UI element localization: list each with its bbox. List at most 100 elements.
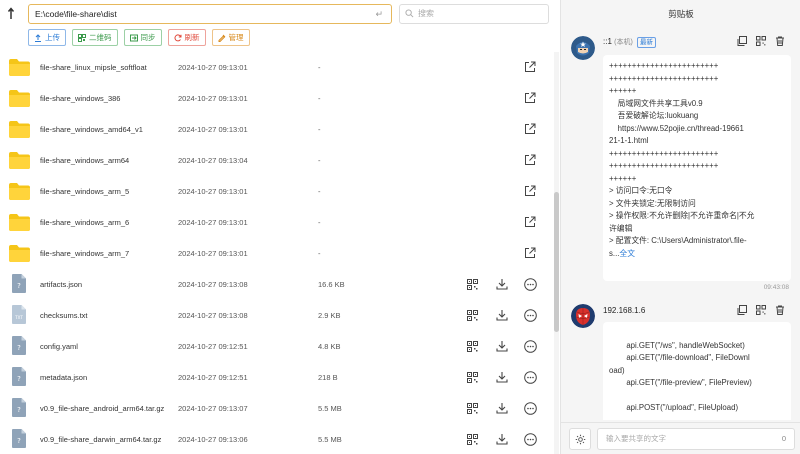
file-row[interactable]: ? config.yaml 2024-10-27 09:12:51 4.8 KB	[0, 331, 553, 362]
message-sender: 192.168.1.6	[603, 306, 645, 315]
unknown-file-icon: ?	[12, 336, 26, 355]
content-line: ++++++++++++++++++++++++	[609, 73, 719, 83]
folder-row[interactable]: file-share_windows_arm_6 2024-10-27 09:1…	[0, 207, 553, 238]
qrcode-icon[interactable]	[467, 341, 478, 352]
settings-button[interactable]	[569, 428, 591, 450]
file-row[interactable]: ? metadata.json 2024-10-27 09:12:51 218 …	[0, 362, 553, 393]
qrcode-icon[interactable]	[467, 434, 478, 445]
share-text-input[interactable]: 输入要共享的文字 0	[597, 428, 795, 450]
folder-row[interactable]: file-share_windows_amd64_v1 2024-10-27 0…	[0, 114, 553, 145]
more-icon[interactable]	[524, 340, 537, 353]
scrollbar-thumb[interactable]	[554, 192, 559, 332]
message-tools	[737, 305, 785, 315]
file-list-scrollbar[interactable]	[554, 52, 559, 454]
folder-row[interactable]: file-share_windows_arm64 2024-10-27 09:1…	[0, 145, 553, 176]
file-row[interactable]: ? v0.9_file-share_android_arm64.tar.gz 2…	[0, 393, 553, 424]
search-input[interactable]: 搜索	[399, 4, 549, 24]
open-external-icon[interactable]	[524, 216, 536, 228]
upload-button[interactable]: 上传	[28, 29, 66, 46]
open-external-icon[interactable]	[524, 92, 536, 104]
refresh-icon	[173, 33, 181, 41]
file-name[interactable]: config.yaml	[40, 342, 78, 351]
refresh-label: 刷新	[184, 33, 200, 42]
captain-america-avatar-icon	[571, 36, 595, 60]
content-line: > 操作权限:不允许删除|不允许重命名|不允	[609, 211, 755, 220]
download-icon[interactable]	[496, 402, 508, 414]
delete-icon[interactable]	[775, 305, 785, 315]
file-browser-pane: E:\code\file-share\dist ↵ 搜索 上传 二维码 同步 刷…	[0, 0, 559, 454]
more-icon[interactable]	[524, 278, 537, 291]
sender-tag: (本机)	[614, 39, 633, 46]
clipboard-message: 192.168.1.6 api.GET("/ws", handleWebSock…	[561, 300, 800, 420]
open-external-icon[interactable]	[524, 61, 536, 73]
qrcode-button[interactable]: 二维码	[72, 29, 118, 46]
parent-folder-button[interactable]	[7, 6, 21, 22]
download-icon[interactable]	[496, 433, 508, 445]
copy-icon[interactable]	[737, 305, 747, 315]
qrcode-icon[interactable]	[756, 36, 766, 46]
folder-row[interactable]: file-share_linux_mipsle_softfloat 2024-1…	[0, 52, 553, 83]
more-icon[interactable]	[524, 433, 537, 446]
file-row[interactable]: ? artifacts.json 2024-10-27 09:13:08 16.…	[0, 269, 553, 300]
file-name[interactable]: file-share_windows_arm_5	[40, 187, 129, 196]
file-size: -	[318, 249, 321, 258]
open-external-icon[interactable]	[524, 154, 536, 166]
sender-ip: 192.168.1.6	[603, 306, 646, 315]
more-icon[interactable]	[524, 402, 537, 415]
folder-row[interactable]: file-share_windows_arm_7 2024-10-27 09:1…	[0, 238, 553, 269]
content-line: 许编辑	[609, 223, 633, 233]
file-name[interactable]: metadata.json	[40, 373, 87, 382]
file-date: 2024-10-27 09:12:51	[178, 342, 248, 351]
open-external-icon[interactable]	[524, 247, 536, 259]
show-full-link[interactable]: 全文	[619, 249, 635, 258]
enter-icon[interactable]: ↵	[375, 8, 383, 20]
file-name[interactable]: checksums.txt	[40, 311, 88, 320]
folder-icon	[9, 59, 30, 76]
sync-button[interactable]: 同步	[123, 29, 162, 46]
qrcode-icon[interactable]	[756, 305, 766, 315]
folder-row[interactable]: file-share_windows_386 2024-10-27 09:13:…	[0, 83, 553, 114]
message-tools	[737, 36, 785, 46]
content-line: ++++++++++++++++++++++++	[609, 61, 719, 70]
file-date: 2024-10-27 09:13:01	[178, 218, 248, 227]
open-external-icon[interactable]	[524, 123, 536, 135]
message-content[interactable]: ++++++++++++++++++++++++ +++++++++++++++…	[603, 55, 791, 281]
file-row[interactable]: ? v0.9_file-share_darwin_arm64.tar.gz 20…	[0, 424, 553, 454]
file-name[interactable]: file-share_linux_mipsle_softfloat	[40, 63, 147, 72]
gear-icon	[575, 434, 586, 445]
file-name[interactable]: v0.9_file-share_darwin_arm64.tar.gz	[40, 435, 161, 444]
file-name[interactable]: file-share_windows_arm_6	[40, 218, 129, 227]
search-placeholder: 搜索	[418, 9, 434, 18]
file-size: 5.5 MB	[318, 435, 342, 444]
manage-button[interactable]: 管理	[211, 29, 250, 46]
download-icon[interactable]	[496, 278, 508, 290]
folder-row[interactable]: file-share_windows_arm_5 2024-10-27 09:1…	[0, 176, 553, 207]
qrcode-icon[interactable]	[467, 279, 478, 290]
download-icon[interactable]	[496, 340, 508, 352]
file-row[interactable]: TXT checksums.txt 2024-10-27 09:13:08 2.…	[0, 300, 553, 331]
qrcode-icon[interactable]	[467, 310, 478, 321]
file-name[interactable]: v0.9_file-share_android_arm64.tar.gz	[40, 404, 164, 413]
delete-icon[interactable]	[775, 36, 785, 46]
file-name[interactable]: file-share_windows_arm64	[40, 156, 129, 165]
content-line: ++++++	[609, 86, 637, 95]
message-content[interactable]: api.GET("/ws", handleWebSocket) api.GET(…	[603, 322, 791, 420]
download-icon[interactable]	[496, 371, 508, 383]
qrcode-icon[interactable]	[467, 403, 478, 414]
path-input[interactable]: E:\code\file-share\dist ↵	[28, 4, 392, 24]
download-icon[interactable]	[496, 309, 508, 321]
refresh-button[interactable]: 刷新	[167, 29, 206, 46]
file-name[interactable]: file-share_windows_amd64_v1	[40, 125, 143, 134]
file-name[interactable]: file-share_windows_386	[40, 94, 120, 103]
more-icon[interactable]	[524, 371, 537, 384]
more-icon[interactable]	[524, 309, 537, 322]
clipboard-input-bar: 输入要共享的文字 0	[561, 422, 800, 454]
file-name[interactable]: artifacts.json	[40, 280, 82, 289]
file-list: file-share_linux_mipsle_softfloat 2024-1…	[0, 52, 553, 454]
file-name[interactable]: file-share_windows_arm_7	[40, 249, 129, 258]
qrcode-icon[interactable]	[467, 372, 478, 383]
open-external-icon[interactable]	[524, 185, 536, 197]
file-size: 5.5 MB	[318, 404, 342, 413]
file-size: -	[318, 94, 321, 103]
copy-icon[interactable]	[737, 36, 747, 46]
